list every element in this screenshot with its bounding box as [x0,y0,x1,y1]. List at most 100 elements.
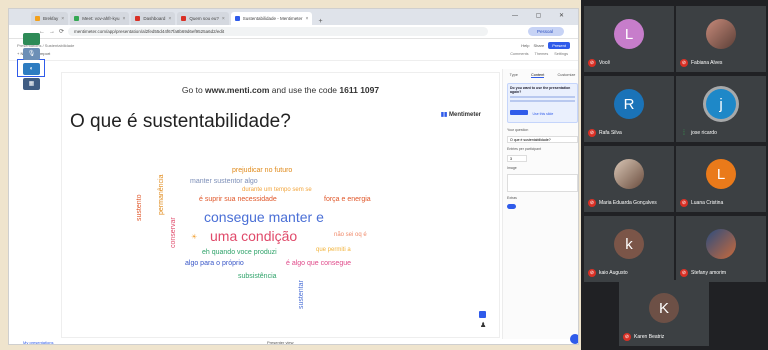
profile-button[interactable]: Pessoal [528,27,564,36]
meet-side-controls: 🎙 ◐ ▦ [23,33,43,93]
instruction-text: and use the code [269,85,340,95]
participants-panel: L ⊘ Você ⊘ Fabiana Alves R ⊘ Rafa Silva j ⁞… [581,0,768,350]
image-label: Image [507,166,517,170]
mic-off-icon: ⊘ [680,59,688,67]
cloud-word: uma condição [210,228,298,244]
participant-tile[interactable]: ⊘ Stefany amorim [676,216,766,282]
toolbar-right: Help Share Present [521,42,570,49]
slide-question: O que é sustentabilidade? [70,111,291,132]
present-icon[interactable]: ▦ [23,78,40,90]
close-tab-icon[interactable]: × [222,16,225,22]
sun-icon: ☀ [191,234,198,241]
browser-tab-active[interactable]: Sustentabilidade - Mentimeter × [230,12,313,25]
close-tab-icon[interactable]: × [168,16,171,22]
shared-screen: Brekfay × Meet: vov-ahfr-kyu × Dashboard × … [8,8,579,345]
join-code: 1611 1097 [339,85,380,95]
address-bar-row: ← → ⟳ mentimeter.com/app/presentation/al… [9,25,578,39]
mic-off-icon: ⊘ [588,269,596,277]
participant-name: kaio Augusto [599,270,628,276]
participant-tile[interactable]: L ⊘ Luana Cristina [676,146,766,212]
browser-tab[interactable]: Dashboard × [131,12,176,25]
tip-button-label[interactable]: Use this slide [532,112,553,116]
right-tabs: Comments Themes Settings [510,52,568,56]
participant-tile[interactable]: L ⊘ Você [584,6,674,72]
participant-tile[interactable]: R ⊘ Rafa Silva [584,76,674,142]
tab-label: Dashboard [143,16,166,21]
url-input[interactable]: mentimeter.com/app/presentation/al2fed55… [68,27,489,36]
new-tab-icon[interactable]: + [318,18,322,25]
avatar: L [706,159,736,189]
camera-icon[interactable]: ◐ [23,63,40,75]
mic-off-icon: ⊘ [588,59,596,67]
participant-tile[interactable]: j ⁞ jose ricardo [676,76,766,142]
tab-settings[interactable]: Settings [554,52,568,56]
close-tab-icon[interactable]: × [61,16,64,22]
tab-label: Sustentabilidade - Mentimeter [242,16,303,21]
participant-name: jose ricardo [691,130,717,136]
app-toolbar: Presentations / Sustentabilidade + New s… [9,39,578,61]
mentimeter-logo: ▮▮ Mentimeter [441,111,481,118]
extras-label: Extras [507,196,517,200]
mic-off-icon: ⊘ [680,199,688,207]
participant-tile[interactable]: ⊘ Maria Eduarda Gonçalves [584,146,674,212]
mic-icon[interactable]: 🎙 [23,48,40,60]
participant-tile[interactable]: k ⊘ kaio Augusto [584,216,674,282]
tab-themes[interactable]: Themes [535,52,549,56]
tab-label: Quem sou eu? [189,16,219,21]
cloud-word: é suprir sua necessidade [199,196,277,203]
favicon-icon [35,16,40,21]
window-controls[interactable]: — ▢ ✕ [512,12,572,19]
browser-tab[interactable]: Brekfay × [31,12,69,25]
menti-site: www.menti.com [205,85,270,95]
image-dropzone[interactable] [507,174,578,192]
entries-input[interactable]: 3 [507,155,527,162]
participant-name: Você [599,60,611,66]
meet-logo-icon [23,33,40,45]
share-button[interactable]: Share [534,43,545,48]
slide-control-button[interactable] [479,311,486,318]
cloud-word: eh quando voce produzi [202,249,277,256]
entries-label: Entries per participant [507,147,542,151]
present-button[interactable]: Present [548,42,570,49]
tab-customize[interactable]: Customize [557,73,575,78]
forward-icon[interactable]: → [49,29,55,35]
mic-off-icon: ⊘ [623,333,631,341]
question-label: Your question [507,128,529,132]
tip-button[interactable] [510,110,528,115]
tip-title: Do you want to use the presentation agai… [510,86,571,94]
tab-type[interactable]: Type [510,73,518,78]
browser-tab-bar: Brekfay × Meet: vov-ahfr-kyu × Dashboard × … [9,9,578,25]
chat-icon[interactable] [570,334,578,344]
cloud-word: que permiti a [316,247,351,253]
mic-off-icon: ⊘ [680,269,688,277]
slide-thumbnails [13,55,47,325]
slide-canvas: Go to www.menti.com and use the code 161… [61,72,500,338]
tab-comments[interactable]: Comments [510,52,528,56]
cloud-word: consegue manter e [204,209,324,225]
close-tab-icon[interactable]: × [306,16,309,22]
favicon-icon [234,16,240,21]
tip-line [510,100,575,102]
question-input[interactable]: O que é sustentabilidade? [507,136,578,143]
tab-label: Meet: vov-ahfr-kyu [82,16,120,21]
close-tab-icon[interactable]: × [122,16,125,22]
help-button[interactable]: Help [521,43,529,48]
participant-tile[interactable]: K ⊘ Karen Beatriz [619,280,709,346]
avatar-photo [614,159,644,189]
cloud-word: prejudicar no futuro [232,167,293,174]
extras-toggle[interactable] [507,204,516,209]
reload-icon[interactable]: ⟳ [59,28,64,35]
browser-tab[interactable]: Quem sou eu? × [177,12,229,25]
person-icon[interactable]: ♟ [480,321,486,329]
avatar: L [614,19,644,49]
my-presentations-link[interactable]: My presentations [23,340,53,344]
cloud-word: sustento [136,194,143,221]
participant-name: Stefany amorim [691,270,727,276]
mic-off-icon: ⊘ [588,199,596,207]
participant-tile[interactable]: ⊘ Fabiana Alves [676,6,766,72]
participant-name: Fabiana Alves [691,60,723,66]
tab-content[interactable]: Content [530,73,545,78]
participant-name: Karen Beatriz [634,334,665,340]
browser-tab[interactable]: Meet: vov-ahfr-kyu × [70,12,130,25]
presenter-view-link[interactable]: Presenter view [267,340,293,344]
